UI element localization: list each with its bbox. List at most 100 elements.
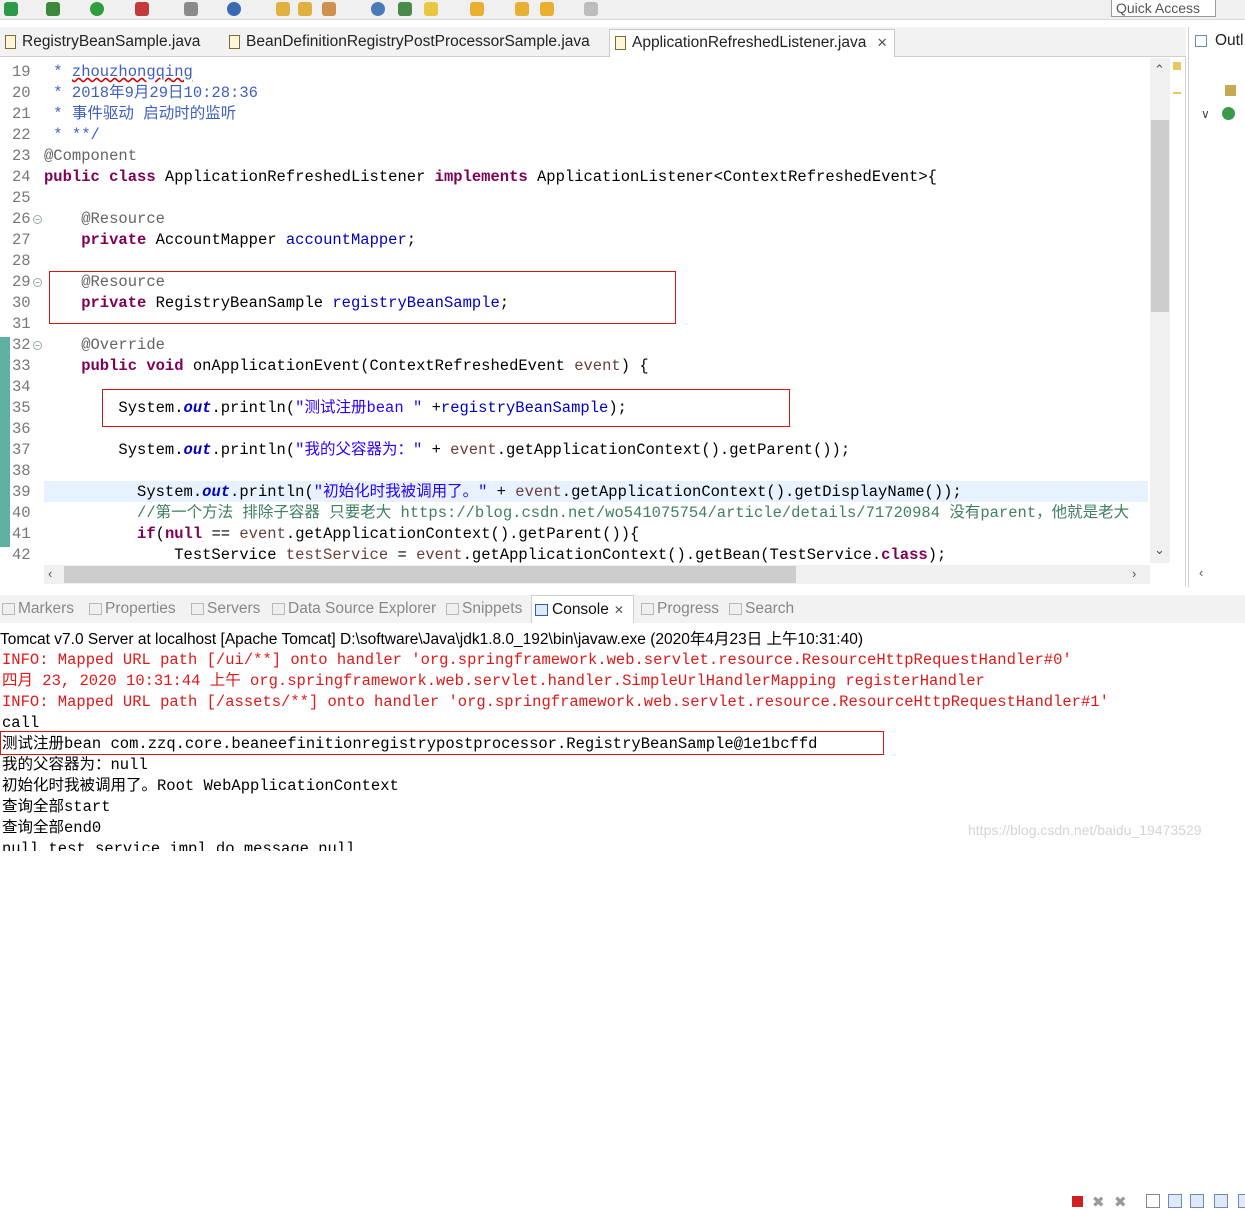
tab-bean-definition-registry[interactable]: BeanDefinitionRegistryPostProcessorSampl… [224,29,590,57]
tab-progress[interactable]: Progress [641,595,719,623]
code-line: * 事件驱动 启动时的监听 [44,105,237,123]
open-folder-icon[interactable] [276,2,290,16]
code-text: ); [927,546,947,563]
tab-search[interactable]: Search [729,595,794,623]
code-line: if(null == event.getApplicationContext()… [44,524,639,545]
open-file-icon[interactable] [298,2,312,16]
horizontal-scroll-thumb[interactable] [64,566,796,583]
new-icon[interactable] [184,2,198,16]
run-icon[interactable] [90,2,104,16]
outline-title[interactable]: Outl [1215,32,1243,50]
tab-properties[interactable]: Properties [89,595,176,623]
main-toolbar: Quick Access [0,0,1245,20]
string-literal: "我的父容器为：" [295,441,423,459]
code-text: ; [406,231,417,249]
code-line: TestService testService = event.getAppli… [44,545,946,563]
line-number: 36 [12,420,31,438]
line-number: 32 [12,336,31,354]
pin-console-icon[interactable] [1214,1194,1228,1208]
fold-collapse-icon[interactable]: − [33,278,42,287]
code-text: .getApplicationContext().getParent()); [496,441,851,459]
clear-console-icon[interactable] [1146,1194,1160,1208]
code-text: + [422,441,451,459]
quick-access-input[interactable]: Quick Access [1111,0,1216,17]
scroll-left-icon[interactable]: ‹ [1199,565,1203,580]
console-output[interactable]: Tomcat v7.0 Server at localhost [Apache … [0,623,1245,851]
server-icon[interactable] [135,2,149,16]
tab-markers[interactable]: Markers [2,595,74,623]
globe-icon[interactable] [371,2,385,16]
tab-label: RegistryBeanSample.java [22,33,201,50]
up-arrow-icon[interactable] [470,2,484,16]
code-text: .getApplicationContext().getParent()){ [285,525,640,543]
change-marker [0,337,10,547]
code-line: @Override [44,336,165,354]
display-console-icon[interactable] [1238,1194,1245,1208]
tab-servers[interactable]: Servers [191,595,260,623]
back-arrow-icon[interactable] [515,2,529,16]
console-line: INFO: Mapped URL path [/assets/**] onto … [2,693,1109,711]
keyword: if [137,525,156,543]
line-number: 30 [12,294,31,312]
bug-icon[interactable] [46,2,60,16]
vertical-scroll-thumb[interactable] [1151,120,1169,312]
code-text: ApplicationListener<ContextRefreshedEven… [527,168,937,186]
nav-arrow-icon[interactable] [584,2,598,16]
line-number: 42 [12,546,31,564]
code-line: public void onApplicationEvent(ContextRe… [44,356,648,377]
chevron-down-icon[interactable]: ∨ [1201,107,1210,121]
remove-all-icon[interactable]: ✖ [1114,1193,1127,1211]
tab-label: Markers [18,600,74,617]
code-text: = [388,546,417,563]
tab-registry-bean-sample[interactable]: RegistryBeanSample.java [0,29,200,57]
link-icon[interactable] [398,2,412,16]
pen-icon[interactable] [322,2,336,16]
fold-collapse-icon[interactable]: − [33,341,42,350]
close-icon[interactable]: ✕ [614,603,624,617]
line-number: 20 [12,84,31,102]
scroll-down-icon[interactable]: ⌄ [1154,542,1165,558]
search-icon [729,603,742,615]
watermark: https://blog.csdn.net/baidu_19473529 [968,822,1202,838]
line-number: 41 [12,525,31,543]
terminate-icon[interactable] [1072,1196,1083,1207]
tab-label: Search [745,600,795,617]
code-editor[interactable]: 19 20 21 22 23 24 25 26 27 28 29 30 31 3… [0,58,1186,586]
annotation-box [102,389,790,427]
code-text: == [202,525,240,543]
code-text: onApplicationEvent(ContextRefreshedEvent [183,357,575,375]
tab-data-source-explorer[interactable]: Data Source Explorer [272,595,436,623]
code-comment: * [44,63,72,81]
fold-collapse-icon[interactable]: − [33,215,42,224]
param-name: event [239,525,286,543]
field-name: accountMapper [285,231,407,249]
tab-snippets[interactable]: Snippets [446,595,522,623]
tab-label: Console [552,601,609,618]
properties-icon [89,603,102,615]
bottom-panel-tabs: Markers Properties Servers Data Source E… [0,595,1245,1211]
scroll-left-icon[interactable]: ‹ [48,566,52,581]
tab-label: ApplicationRefreshedListener.java [632,34,867,51]
warning-marker[interactable] [1173,62,1181,70]
debug-icon[interactable] [4,2,18,16]
string-literal: "初始化时我被调用了。" [313,483,488,501]
word-wrap-icon[interactable] [1190,1194,1204,1208]
forward-arrow-icon[interactable] [540,2,554,16]
annotation-box [49,271,676,324]
database-icon [272,603,285,615]
line-number: 27 [12,231,31,249]
line-number: 37 [12,441,31,459]
scroll-lock-icon[interactable] [1168,1194,1182,1208]
web-icon[interactable] [227,2,241,16]
line-number: 40 [12,504,31,522]
scroll-right-icon[interactable]: › [1132,566,1136,581]
remove-launch-icon[interactable]: ✖ [1092,1193,1105,1211]
code-line: @Resource [44,210,165,228]
close-icon[interactable]: ✕ [877,35,888,50]
warning-marker[interactable] [1173,92,1181,94]
line-number: 28 [12,252,31,270]
tab-console[interactable]: Console ✕ [531,595,634,623]
tab-application-refreshed-listener[interactable]: ApplicationRefreshedListener.java ✕ [609,29,895,57]
lightbulb-icon[interactable] [424,2,438,16]
scroll-up-icon[interactable]: ⌃ [1154,62,1165,78]
